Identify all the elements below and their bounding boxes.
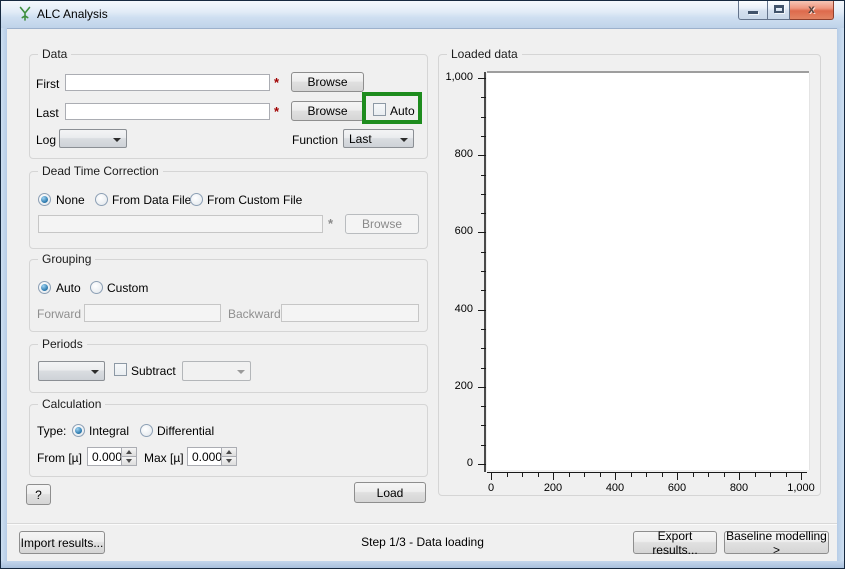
- footer-separator: [7, 523, 837, 524]
- help-button[interactable]: ?: [26, 484, 51, 505]
- data-group-title: Data: [38, 47, 71, 61]
- deadtime-required-marker: *: [328, 216, 333, 231]
- x-axis-line: [487, 472, 807, 473]
- from-label: From [µ]: [37, 451, 82, 465]
- log-combobox[interactable]: [59, 129, 127, 148]
- app-icon: [17, 6, 33, 22]
- grouping-custom-radio[interactable]: [90, 281, 103, 294]
- export-results-button[interactable]: Export results...: [633, 531, 717, 554]
- integral-radio[interactable]: [72, 424, 85, 437]
- max-spinbox-value: 0.000: [192, 450, 222, 464]
- log-label: Log: [36, 133, 56, 147]
- subtract-checkbox[interactable]: [114, 363, 127, 376]
- y-axis-line: [484, 72, 486, 472]
- chevron-down-icon: [237, 370, 245, 374]
- chevron-down-icon: [400, 138, 408, 142]
- max-spin-down-button[interactable]: [222, 456, 236, 465]
- last-required-marker: *: [274, 104, 279, 119]
- last-input[interactable]: [65, 103, 270, 120]
- deadtime-browse-button: Browse: [345, 214, 419, 234]
- forward-input: [84, 304, 221, 322]
- window-border-bottom: [1, 561, 844, 568]
- arrow-up-icon: [226, 450, 232, 454]
- max-spin-up-button[interactable]: [222, 448, 236, 456]
- from-spinbox-value: 0.000: [92, 450, 122, 464]
- backward-input: [281, 304, 419, 322]
- periods-group-title: Periods: [38, 337, 87, 351]
- function-label: Function: [292, 133, 338, 147]
- arrow-up-icon: [126, 450, 132, 454]
- close-button[interactable]: x: [790, 1, 834, 20]
- maximize-icon: [774, 5, 784, 13]
- first-required-marker: *: [274, 75, 279, 90]
- loaded-data-group-title: Loaded data: [447, 47, 522, 61]
- differential-radio-label: Differential: [157, 424, 214, 438]
- grouping-custom-radio-label: Custom: [107, 281, 148, 295]
- subtract-period-combobox: [182, 361, 251, 381]
- grouping-group-title: Grouping: [38, 252, 95, 266]
- backward-label: Backward: [228, 307, 281, 321]
- first-browse-button[interactable]: Browse: [291, 72, 364, 92]
- none-radio-label: None: [56, 193, 85, 207]
- none-radio[interactable]: [38, 193, 51, 206]
- arrow-down-icon: [126, 459, 132, 463]
- forward-label: Forward: [37, 307, 81, 321]
- differential-radio[interactable]: [140, 424, 153, 437]
- period-combobox[interactable]: [38, 361, 105, 381]
- minimize-button[interactable]: [738, 1, 768, 20]
- maximize-button[interactable]: [768, 1, 790, 20]
- titlebar[interactable]: ALC Analysis: [1, 1, 844, 29]
- load-button[interactable]: Load: [354, 482, 426, 503]
- type-label: Type:: [37, 424, 66, 438]
- chevron-down-icon: [91, 370, 99, 374]
- arrow-down-icon: [226, 459, 232, 463]
- from-spinbox[interactable]: 0.000: [87, 447, 137, 466]
- max-spinbox[interactable]: 0.000: [187, 447, 237, 466]
- deadtime-file-input: [38, 215, 323, 233]
- from-spin-up-button[interactable]: [122, 448, 136, 456]
- window-border-left: [1, 28, 7, 568]
- subtract-checkbox-label: Subtract: [131, 364, 176, 378]
- deadtime-group-title: Dead Time Correction: [38, 164, 163, 178]
- grouping-auto-radio-label: Auto: [56, 281, 81, 295]
- window-title: ALC Analysis: [37, 7, 108, 21]
- status-text: Step 1/3 - Data loading: [1, 535, 844, 549]
- window-border-right: [837, 28, 844, 568]
- close-icon: x: [790, 2, 833, 16]
- alc-analysis-window: ALC Analysis x Data First * Browse Last …: [0, 0, 845, 569]
- from-custom-file-radio-label: From Custom File: [207, 193, 302, 207]
- auto-checkbox-label: Auto: [390, 104, 415, 118]
- from-data-file-radio-label: From Data File: [112, 193, 191, 207]
- calculation-group: Calculation: [29, 404, 428, 477]
- chevron-down-icon: [113, 138, 121, 142]
- window-controls: x: [738, 1, 834, 21]
- grouping-auto-radio[interactable]: [38, 281, 51, 294]
- baseline-modelling-button[interactable]: Baseline modelling >: [724, 531, 829, 554]
- calculation-group-title: Calculation: [38, 397, 105, 411]
- function-combobox[interactable]: Last: [343, 129, 414, 148]
- from-data-file-radio[interactable]: [95, 193, 108, 206]
- max-label: Max [µ]: [144, 451, 184, 465]
- first-label: First: [36, 77, 59, 91]
- function-combobox-value: Last: [349, 132, 372, 146]
- deadtime-group: Dead Time Correction: [29, 171, 428, 249]
- from-spin-down-button[interactable]: [122, 456, 136, 465]
- minimize-icon: [748, 11, 758, 14]
- last-label: Last: [36, 106, 59, 120]
- integral-radio-label: Integral: [89, 424, 129, 438]
- last-browse-button[interactable]: Browse: [291, 101, 364, 121]
- auto-checkbox[interactable]: [373, 103, 386, 116]
- from-custom-file-radio[interactable]: [190, 193, 203, 206]
- plot-area: [487, 73, 810, 470]
- first-input[interactable]: [65, 74, 270, 91]
